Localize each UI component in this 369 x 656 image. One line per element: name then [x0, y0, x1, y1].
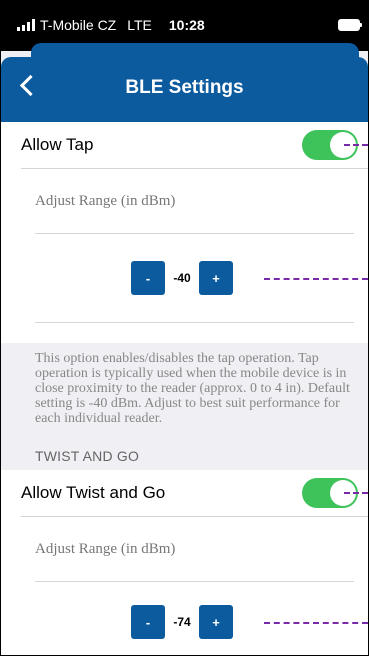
twist-section-header: TWIST AND GO: [35, 448, 140, 464]
battery-icon: [338, 19, 362, 31]
allow-tap-row: Allow Tap: [1, 122, 368, 168]
allow-twist-row: Allow Twist and Go: [1, 470, 368, 516]
signal-icon: [17, 19, 35, 31]
twist-range-label: Adjust Range (in dBm): [35, 540, 176, 557]
tap-stepper-area: - -40 +: [1, 234, 368, 322]
tap-range-value: -40: [173, 271, 191, 285]
tap-card: Allow Tap Adjust Range (in dBm) - -40 +: [1, 122, 368, 343]
settings-content: Allow Tap Adjust Range (in dBm) - -40 + …: [1, 122, 368, 655]
phone-screen: T-Mobile CZ LTE 10:28 BLE Settings Allow…: [0, 0, 369, 656]
tap-range-stepper: - -40 +: [131, 261, 233, 295]
page-title: BLE Settings: [125, 77, 244, 98]
twist-card: Allow Twist and Go Adjust Range (in dBm)…: [1, 470, 368, 655]
twist-stepper-area: - -74 +: [1, 582, 368, 655]
tap-help-text: This option enables/disables the tap ope…: [35, 351, 350, 426]
annotation-line: [344, 144, 368, 146]
tap-decrement-button[interactable]: -: [131, 261, 165, 295]
annotation-line: [264, 278, 368, 280]
tap-range-label: Adjust Range (in dBm): [35, 192, 176, 209]
status-left: T-Mobile CZ LTE 10:28: [17, 17, 205, 33]
twist-increment-button[interactable]: +: [199, 605, 233, 639]
nav-bar: BLE Settings: [1, 57, 368, 122]
annotation-line: [264, 622, 368, 624]
twist-range-stepper: - -74 +: [131, 605, 233, 639]
tap-increment-button[interactable]: +: [199, 261, 233, 295]
carrier-label: T-Mobile CZ: [40, 17, 117, 33]
allow-tap-label: Allow Tap: [21, 135, 94, 154]
annotation-line: [344, 492, 368, 494]
twist-range-value: -74: [173, 615, 191, 629]
twist-decrement-button[interactable]: -: [131, 605, 165, 639]
network-label: LTE: [127, 17, 152, 33]
status-time: 10:28: [168, 17, 205, 33]
allow-twist-label: Allow Twist and Go: [21, 483, 166, 502]
